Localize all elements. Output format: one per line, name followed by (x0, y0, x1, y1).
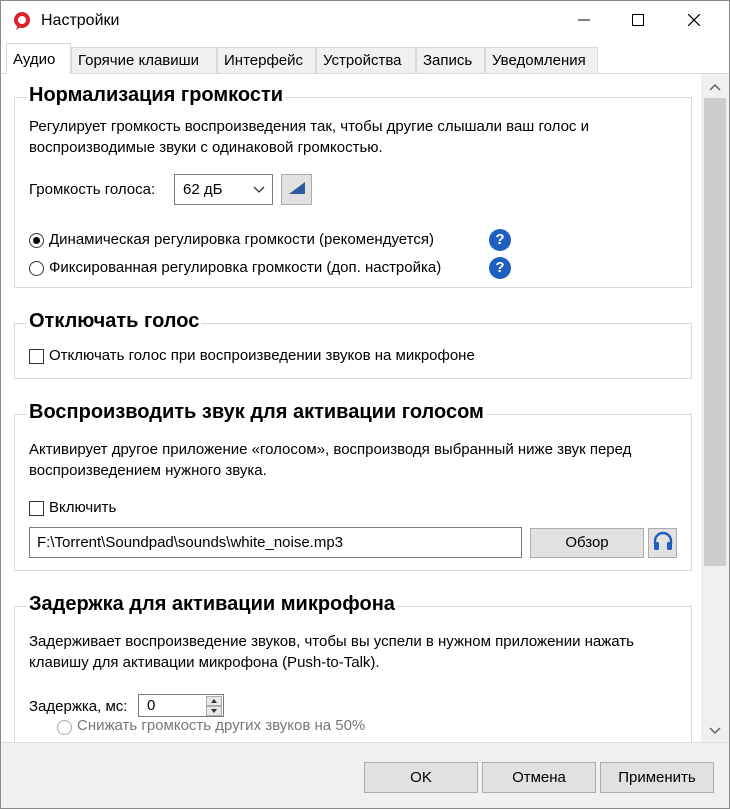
scroll-down-button[interactable] (701, 718, 729, 742)
mute-voice-checkbox[interactable] (29, 349, 44, 364)
help-icon[interactable]: ? (489, 257, 511, 279)
voice-volume-select[interactable]: 62 дБ (174, 174, 273, 205)
scroll-up-button[interactable] (701, 74, 729, 98)
mic-delay-label: Задержка, мс: (29, 698, 128, 715)
mic-delay-title: Задержка для активации микрофона (27, 593, 397, 616)
mute-voice-label: Отключать голос при воспроизведении звук… (49, 347, 475, 364)
preview-sound-button[interactable] (648, 528, 677, 558)
reduce-volume-radio[interactable] (57, 720, 72, 735)
sound-file-path-value: F:\Torrent\Soundpad\sounds\white_noise.m… (37, 534, 344, 551)
ok-button[interactable]: OK (364, 762, 478, 793)
mic-delay-value: 0 (147, 697, 156, 714)
normalization-title: Нормализация громкости (27, 84, 286, 107)
normalization-description: Регулирует громкость воспроизведения так… (29, 118, 589, 156)
cancel-button[interactable]: Отмена (482, 762, 596, 793)
mute-voice-title: Отключать голос (27, 310, 202, 333)
tab-hotkeys[interactable]: Горячие клавиши (71, 47, 217, 73)
vertical-scrollbar[interactable] (701, 74, 729, 742)
normalization-group: Нормализация громкости Регулирует громко… (14, 84, 692, 288)
fixed-volume-radio[interactable] (29, 261, 44, 276)
title-bar: Настройки (1, 1, 729, 41)
spin-up-button[interactable] (206, 696, 222, 706)
settings-content: Нормализация громкости Регулирует громко… (1, 74, 701, 742)
voice-activation-enable-checkbox[interactable] (29, 501, 44, 516)
tab-notifications[interactable]: Уведомления (485, 47, 598, 73)
voice-volume-value: 62 дБ (183, 181, 223, 198)
reduce-volume-label: Снижать громкость других звуков на 50% (77, 717, 366, 734)
mic-delay-description: Задерживает воспроизведение звуков, чтоб… (29, 633, 634, 671)
headphones-icon (652, 531, 674, 555)
tab-audio[interactable]: Аудио (6, 43, 71, 74)
minimize-button[interactable] (557, 1, 611, 41)
fixed-volume-label: Фиксированная регулировка громкости (доп… (49, 259, 442, 276)
scrollbar-thumb[interactable] (704, 98, 726, 566)
sound-file-path-input[interactable]: F:\Torrent\Soundpad\sounds\white_noise.m… (29, 527, 522, 558)
dynamic-volume-label: Динамическая регулировка громкости (реко… (49, 231, 434, 248)
maximize-button[interactable] (611, 1, 665, 41)
volume-level-button[interactable] (281, 174, 312, 205)
mic-delay-group: Задержка для активации микрофона Задержи… (14, 593, 692, 742)
voice-volume-label: Громкость голоса: (29, 181, 156, 198)
chevron-up-icon (709, 78, 721, 95)
settings-window: Настройки Аудио Горячие клавиши Интерфей… (0, 0, 730, 809)
close-button[interactable] (667, 1, 721, 41)
tab-interface[interactable]: Интерфейс (217, 47, 316, 73)
help-icon[interactable]: ? (489, 229, 511, 251)
mic-delay-spinbox[interactable]: 0 (138, 694, 224, 717)
chevron-down-icon (252, 182, 266, 200)
window-title: Настройки (41, 12, 120, 29)
apply-button[interactable]: Применить (600, 762, 714, 793)
volume-ramp-icon (287, 180, 307, 200)
voice-activation-group: Воспроизводить звук для активации голосо… (14, 401, 692, 571)
minimize-icon (578, 13, 590, 30)
dynamic-volume-radio[interactable] (29, 233, 44, 248)
maximize-icon (632, 13, 644, 30)
spin-down-button[interactable] (206, 706, 222, 716)
chevron-down-icon (709, 722, 721, 739)
tab-recording[interactable]: Запись (416, 47, 485, 73)
voice-activation-description: Активирует другое приложение «голосом», … (29, 441, 632, 479)
voice-activation-title: Воспроизводить звук для активации голосо… (27, 401, 486, 424)
browse-button[interactable]: Обзор (530, 528, 644, 558)
soundpad-logo-icon (12, 11, 32, 31)
dialog-footer: OK Отмена Применить (1, 742, 729, 808)
close-icon (687, 13, 701, 30)
voice-activation-enable-label: Включить (49, 499, 117, 516)
tab-devices[interactable]: Устройства (316, 47, 416, 73)
mute-voice-group: Отключать голос Отключать голос при восп… (14, 310, 692, 379)
